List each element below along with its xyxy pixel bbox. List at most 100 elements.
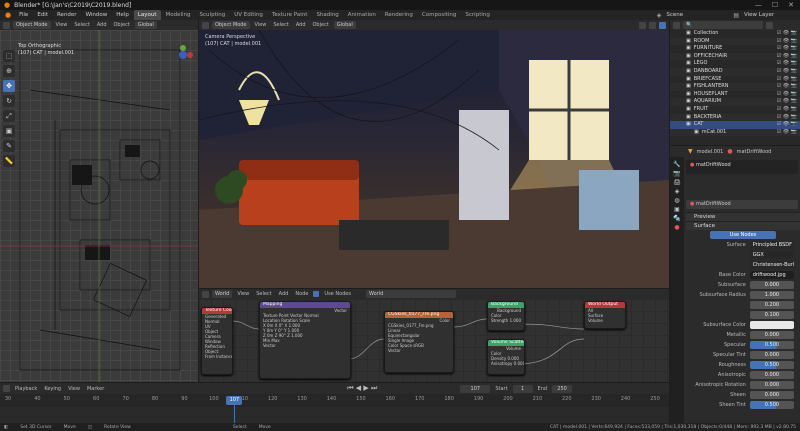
visibility-toggle-icon[interactable]: ☑ 👁 📷 xyxy=(777,30,797,38)
texture-coordinate-node[interactable]: Texture Coordinate Generated Normal UV O… xyxy=(201,307,233,375)
workspace-tab-scripting[interactable]: Scripting xyxy=(461,10,493,20)
menu-object[interactable]: Object xyxy=(311,22,331,28)
property-value-field[interactable]: 0.500 xyxy=(749,401,794,409)
scale-tool-icon[interactable]: ⤢ xyxy=(3,110,15,122)
workspace-tab-sculpting[interactable]: Sculpting xyxy=(196,10,230,20)
material-datablock[interactable]: ● matDriftWood xyxy=(686,200,798,209)
editor-type-icon[interactable] xyxy=(202,21,209,29)
color-swatch[interactable] xyxy=(749,321,794,329)
workspace-tab-texture-paint[interactable]: Texture Paint xyxy=(268,10,312,20)
outliner-item[interactable]: ▣ CAT ☑ 👁 📷 xyxy=(670,121,800,129)
material-slot-list[interactable]: ● matDriftWood xyxy=(686,160,798,174)
workspace-tab-layout[interactable]: Layout xyxy=(133,10,161,20)
frame-ruler[interactable]: 30 40 50 60 70 80 90 100 110 120 130 140 150 160 170 18… xyxy=(0,396,669,406)
menu-add[interactable]: Add xyxy=(294,22,308,28)
menu-keying[interactable]: Keying xyxy=(42,386,63,392)
strength-field[interactable]: Strength 1.000 xyxy=(488,318,524,323)
filter-icon[interactable] xyxy=(766,21,773,29)
current-frame-field[interactable]: 107 xyxy=(460,384,491,393)
outliner-item[interactable]: ▣ OFFICECHAIR ☑ 👁 📷 xyxy=(670,52,800,61)
use-nodes-button[interactable]: Use Nodes xyxy=(709,231,777,239)
measure-tool-icon[interactable]: 📏 xyxy=(3,155,15,167)
render-tab-icon[interactable]: 📷 xyxy=(673,170,680,177)
editor-type-icon[interactable] xyxy=(202,290,209,298)
workspace-tab-uv-editing[interactable]: UV Editing xyxy=(230,10,267,20)
visibility-toggle-icon[interactable]: ☑ 👁 📷 xyxy=(777,76,797,84)
menu-render[interactable]: Render xyxy=(53,10,81,20)
visibility-toggle-icon[interactable]: ☑ 👁 📷 xyxy=(777,68,797,76)
scene-selector[interactable]: Scene xyxy=(662,10,732,20)
workspace-tab-compositing[interactable]: Compositing xyxy=(418,10,460,20)
world-tab-icon[interactable]: ◍ xyxy=(674,197,679,204)
maximize-icon[interactable]: ☐ xyxy=(772,1,778,9)
minimize-icon[interactable]: — xyxy=(755,1,762,9)
visibility-toggle-icon[interactable]: ☑ 👁 📷 xyxy=(777,106,797,114)
outliner-item[interactable]: ▣ LEGO ☑ 👁 📷 xyxy=(670,60,800,68)
property-value-field[interactable]: 0.100 xyxy=(749,311,794,319)
outliner-item[interactable]: ▣ AQUARIUM ☑ 👁 📷 xyxy=(670,98,800,106)
property-value-field[interactable]: 0.200 xyxy=(749,301,794,309)
mode-dropdown[interactable]: Object Mode xyxy=(13,21,51,29)
menu-playback[interactable]: Playback xyxy=(13,386,39,392)
outliner-item[interactable]: ▣ HOUSEPLANT ☑ 👁 📷 xyxy=(670,91,800,99)
menu-object[interactable]: Object xyxy=(112,22,132,28)
menu-help[interactable]: Help xyxy=(112,10,133,20)
property-value-field[interactable]: 1.000 xyxy=(749,291,794,299)
visibility-toggle-icon[interactable]: ☑ 👁 📷 xyxy=(777,114,797,122)
environment-texture-node[interactable]: CGSkies_0177_Fre.png Color CGSkies_0177_… xyxy=(384,311,454,373)
editor-type-icon[interactable] xyxy=(3,385,10,392)
workspace-tab-modeling[interactable]: Modeling xyxy=(162,10,195,20)
menu-marker[interactable]: Marker xyxy=(85,386,106,392)
world-output-node[interactable]: World Output All Surface Volume xyxy=(584,301,626,329)
property-value-field[interactable]: driftwood.jpg xyxy=(749,271,794,279)
outliner-item[interactable]: ▣ Collection ☑ 👁 📷 xyxy=(670,30,800,38)
visibility-toggle-icon[interactable]: ☑ 👁 📷 xyxy=(777,121,797,129)
blender-menu-icon[interactable]: ● xyxy=(2,11,14,19)
select-box-tool-icon[interactable]: ⬚ xyxy=(3,50,15,62)
menu-node[interactable]: Node xyxy=(293,291,310,297)
close-icon[interactable]: ✕ xyxy=(788,1,794,9)
mapping-node[interactable]: Mapping Vector Texture Point Vector Norm… xyxy=(259,301,351,379)
node-canvas[interactable]: Texture Coordinate Generated Normal UV O… xyxy=(199,299,669,382)
outliner-item[interactable]: ▣ DANBOARD ☑ 👁 📷 xyxy=(670,67,800,76)
property-value-field[interactable]: 0.000 xyxy=(749,281,794,289)
shader-type-dropdown[interactable]: World xyxy=(212,290,233,298)
property-value-field[interactable]: 0.500 xyxy=(749,361,794,369)
property-value-field[interactable]: 0.000 xyxy=(749,381,794,389)
outliner-search-input[interactable]: 🔍 xyxy=(683,21,763,29)
visibility-toggle-icon[interactable]: ☑ 👁 📷 xyxy=(777,38,797,46)
transform-tool-icon[interactable]: ▣ xyxy=(3,125,15,137)
visibility-toggle-icon[interactable]: ☑ 👁 📷 xyxy=(777,60,797,68)
menu-view[interactable]: View xyxy=(54,22,70,28)
surface-panel-header[interactable]: Surface xyxy=(686,221,800,230)
editor-type-icon[interactable] xyxy=(673,21,680,29)
outliner-item[interactable]: ▣ mCat.001 ☑ 👁 📷 xyxy=(670,128,800,137)
outliner-item[interactable]: ▣ BRIEFCASE ☑ 👁 📷 xyxy=(670,76,800,84)
visibility-toggle-icon[interactable]: ☑ 👁 📷 xyxy=(777,45,797,53)
tool-tab-icon[interactable]: 🔧 xyxy=(673,161,680,168)
property-dropdown[interactable]: GGX xyxy=(749,251,794,259)
shader-node-editor[interactable]: World View Select Add Node Use Nodes Wor… xyxy=(199,289,669,382)
start-frame-field[interactable]: 1 xyxy=(512,384,533,393)
playback-controls[interactable]: ⏮ ◀ ▶ ⏭ xyxy=(347,384,377,393)
move-tool-icon[interactable]: ✥ xyxy=(3,80,15,92)
preview-panel-header[interactable]: Preview xyxy=(686,212,800,221)
workspace-tab-shading[interactable]: Shading xyxy=(312,10,342,20)
orientation-dropdown[interactable]: Global xyxy=(134,21,157,29)
property-value-field[interactable]: 0.000 xyxy=(749,371,794,379)
menu-select[interactable]: Select xyxy=(271,22,290,28)
output-tab-icon[interactable]: 🖨 xyxy=(673,179,681,186)
menu-window[interactable]: Window xyxy=(82,10,112,20)
visibility-toggle-icon[interactable]: ☑ 👁 📷 xyxy=(777,83,797,91)
material-tab-icon[interactable]: ● xyxy=(674,224,679,231)
outliner-item[interactable]: ▣ FISHLANTERN ☑ 👁 📷 xyxy=(670,83,800,91)
outliner-item[interactable]: ▣ ROOM ☑ 👁 📷 xyxy=(670,37,800,46)
mode-dropdown[interactable]: Object Mode xyxy=(212,21,250,29)
property-dropdown[interactable]: Principled BSDF xyxy=(749,241,794,249)
menu-view[interactable]: View xyxy=(235,291,251,297)
property-value-field[interactable]: 0.000 xyxy=(749,351,794,359)
axis-gizmo-icon[interactable] xyxy=(172,44,194,66)
visibility-toggle-icon[interactable]: ☑ 👁 📷 xyxy=(777,98,797,106)
modifier-tab-icon[interactable]: 🔩 xyxy=(673,215,680,222)
shading-solid-icon[interactable] xyxy=(639,21,646,29)
